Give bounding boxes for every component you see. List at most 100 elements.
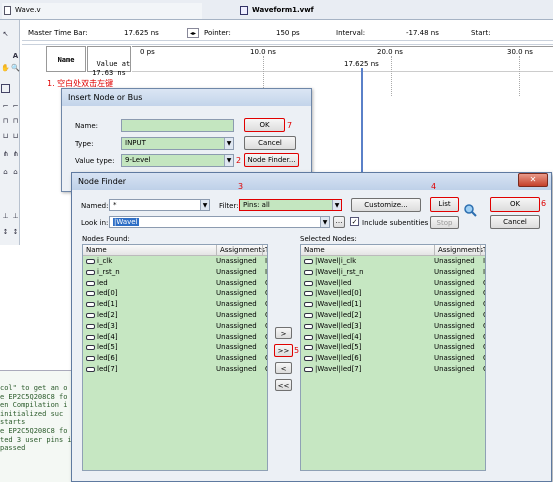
list-item[interactable]: |Wavel|led[6] Unassigned C — [301, 353, 485, 364]
list-item[interactable]: |Wavel|led[4] Unassigned C — [301, 332, 485, 343]
move-one-button[interactable]: > — [275, 327, 292, 339]
node-assignment: Unassigned — [216, 321, 257, 330]
node-type: C — [483, 364, 485, 375]
nodes-found-list[interactable]: Name Assignments T i_clk Unassigned Ii_rst… — [82, 244, 268, 471]
pointer-tool-icon[interactable]: ↖ — [1, 30, 10, 39]
list-item[interactable]: led[5] Unassigned C — [83, 342, 267, 353]
text-tool-icon[interactable]: A — [11, 52, 20, 61]
node-assignment: Unassigned — [216, 354, 257, 363]
col-assign-header[interactable]: Assignments — [434, 245, 483, 256]
value-type-select[interactable]: 9-Level ▼ — [121, 154, 234, 167]
list-item[interactable]: led[7] Unassigned C — [83, 364, 267, 375]
cursor-time-label: 17.625 ns — [344, 60, 379, 68]
list-item[interactable]: |Wavel|i_clk Unassigned I — [301, 256, 485, 267]
console-line: e EP2C5Q208C8 fo — [0, 392, 68, 401]
waveform-tool-icon-3[interactable]: ⊓ — [1, 117, 10, 126]
waveform-tool-icon-11[interactable]: ⊥ — [1, 212, 10, 221]
insert-cancel-button[interactable]: Cancel — [244, 136, 296, 150]
waveform-tool-icon-8[interactable]: ⋔ — [11, 150, 20, 159]
col-t-header[interactable]: T — [480, 245, 485, 256]
waveform-tool-icon-7[interactable]: ⋔ — [1, 150, 10, 159]
node-name: led[2] — [97, 310, 118, 319]
list-item[interactable]: |Wavel|led Unassigned C — [301, 278, 485, 289]
pin-icon — [86, 291, 95, 297]
list-item[interactable]: |Wavel|led[7] Unassigned C — [301, 364, 485, 375]
waveform-tool-icon-10[interactable]: ⌂ — [11, 168, 20, 177]
console-line: initialized suc — [0, 409, 64, 418]
list-item[interactable]: |Wavel|i_rst_n Unassigned I — [301, 267, 485, 278]
finder-ok-button[interactable]: OK — [490, 197, 540, 212]
node-assignment: Unassigned — [434, 354, 475, 363]
customize-button[interactable]: Customize... — [351, 198, 421, 212]
tab-wave-v[interactable]: Wave.v — [2, 3, 202, 19]
insert-ok-button[interactable]: OK — [244, 118, 285, 132]
list-item[interactable]: led[3] Unassigned C — [83, 321, 267, 332]
pin-icon — [86, 312, 95, 318]
col-assign-header[interactable]: Assignments — [216, 245, 265, 256]
master-time-bar-value[interactable]: 17.625 ns — [124, 29, 159, 37]
remove-one-button[interactable]: < — [275, 362, 292, 374]
hand-tool-icon[interactable]: ✋ — [1, 64, 10, 73]
waveform-tool-icon-9[interactable]: ⌂ — [1, 168, 10, 177]
tab-waveform1[interactable]: Waveform1.vwf — [238, 3, 368, 19]
list-item[interactable]: i_clk Unassigned I — [83, 256, 267, 267]
close-button[interactable]: ✕ — [518, 173, 548, 187]
node-name: |Wavel|led[2] — [315, 310, 362, 319]
node-type: C — [483, 288, 485, 299]
list-button[interactable]: List — [430, 197, 459, 212]
list-item[interactable]: |Wavel|led[5] Unassigned C — [301, 342, 485, 353]
named-label: Named: — [81, 202, 109, 210]
finder-cancel-button[interactable]: Cancel — [490, 215, 540, 229]
name-input[interactable] — [121, 119, 234, 132]
list-item[interactable]: |Wavel|led[3] Unassigned C — [301, 321, 485, 332]
master-time-cursor[interactable] — [361, 68, 363, 174]
move-all-button[interactable]: >> — [274, 344, 293, 357]
waveform-tool-icon-12[interactable]: ⊥ — [11, 212, 20, 221]
prev-transition-icon[interactable]: ◂▸ — [187, 28, 199, 38]
node-finder-button[interactable]: Node Finder... — [244, 153, 299, 167]
waveform-tool-icon-6[interactable]: ⊔ — [11, 132, 20, 141]
waveform-tool-icon-5[interactable]: ⊔ — [1, 132, 10, 141]
include-subentities-checkbox[interactable]: ✓ — [350, 217, 359, 226]
list-item[interactable]: led[4] Unassigned C — [83, 332, 267, 343]
list-item[interactable]: |Wavel|led[1] Unassigned C — [301, 299, 485, 310]
list-item[interactable]: i_rst_n Unassigned I — [83, 267, 267, 278]
node-assignment: Unassigned — [216, 278, 257, 287]
list-item[interactable]: |Wavel|led[0] Unassigned C — [301, 288, 485, 299]
list-item[interactable]: led Unassigned C — [83, 278, 267, 289]
node-name: |Wavel|led[7] — [315, 364, 362, 373]
select-tool-icon[interactable] — [1, 84, 10, 93]
node-type: C — [265, 353, 267, 364]
list-item[interactable]: led[2] Unassigned C — [83, 310, 267, 321]
node-name: |Wavel|led[0] — [315, 289, 362, 298]
zoom-tool-icon[interactable]: 🔍 — [11, 64, 20, 73]
lookin-combo[interactable]: |Wavel ▼ — [109, 216, 330, 228]
list-item[interactable]: |Wavel|led[2] Unassigned C — [301, 310, 485, 321]
list-item[interactable]: led[6] Unassigned C — [83, 353, 267, 364]
pin-icon — [304, 259, 313, 264]
node-name: |Wavel|led[6] — [315, 354, 362, 363]
list-item[interactable]: led[1] Unassigned C — [83, 299, 267, 310]
col-t-header[interactable]: T — [262, 245, 267, 256]
type-select[interactable]: INPUT ▼ — [121, 137, 234, 150]
stop-button[interactable]: Stop — [430, 216, 459, 229]
selected-nodes-list[interactable]: Name Assignments T |Wavel|i_clk Unassigne… — [300, 244, 486, 471]
node-type: I — [483, 257, 486, 265]
named-combo[interactable]: * ▼ — [109, 199, 210, 211]
list-item[interactable]: led[0] Unassigned C — [83, 288, 267, 299]
col-name-header[interactable]: Name — [304, 245, 325, 256]
start-label: Start: — [471, 29, 491, 37]
waveform-tool-icon[interactable]: ⌐ — [1, 102, 10, 111]
interval-label: Interval: — [336, 29, 366, 37]
insert-node-title: Insert Node or Bus — [68, 93, 143, 102]
waveform-tool-icon-4[interactable]: ⊓ — [11, 117, 20, 126]
node-type: C — [265, 310, 267, 321]
browse-button[interactable]: … — [333, 216, 345, 228]
time-bar: Master Time Bar: 17.625 ns ◂▸ Pointer: 1… — [22, 26, 553, 41]
waveform-tool-icon-2[interactable]: ⌐ — [11, 102, 20, 111]
waveform-tool-icon-13[interactable]: ↕ — [1, 228, 10, 237]
col-name-header[interactable]: Name — [86, 245, 107, 256]
remove-all-button[interactable]: << — [275, 379, 292, 391]
waveform-tool-icon-14[interactable]: ↕ — [11, 228, 20, 237]
filter-select[interactable]: Pins: all ▼ — [239, 199, 342, 211]
